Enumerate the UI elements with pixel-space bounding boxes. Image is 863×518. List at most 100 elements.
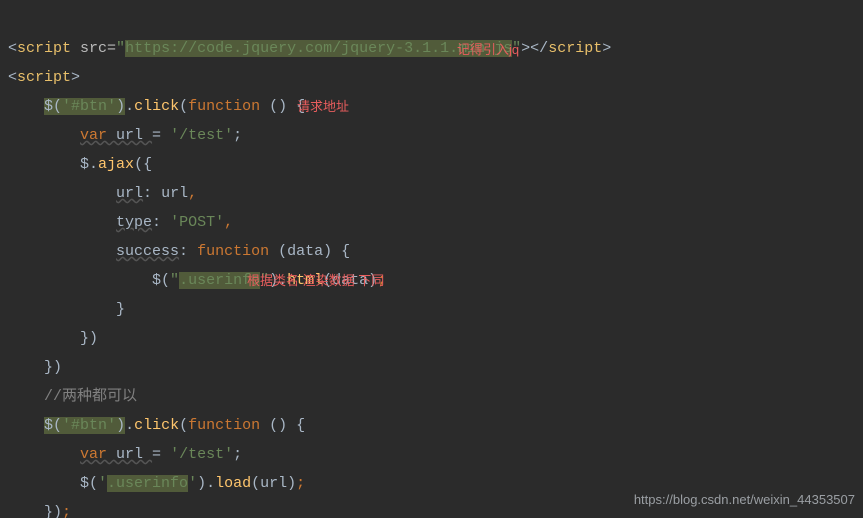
method-ajax: ajax [98, 156, 134, 173]
ident-url: url [107, 446, 152, 463]
brace: { [287, 417, 305, 434]
paren-empty: () [269, 417, 287, 434]
selector-quote: ' [107, 98, 116, 115]
indent [8, 127, 80, 144]
paren: ) [197, 475, 206, 492]
comma: , [224, 214, 233, 231]
keyword-function: function [197, 243, 278, 260]
indent [8, 301, 116, 318]
dot: . [89, 156, 98, 173]
dollar: $ [80, 156, 89, 173]
watermark: https://blog.csdn.net/weixin_44353507 [634, 485, 855, 514]
comma: , [188, 185, 197, 202]
angle-close: > [521, 40, 530, 57]
semi: ; [233, 127, 242, 144]
obj-close: }) [80, 330, 98, 347]
jquery-close: ) [116, 98, 125, 115]
method-click: click [134, 98, 179, 115]
colon: : [143, 185, 161, 202]
equals: = [152, 446, 170, 463]
angle-open: < [8, 40, 17, 57]
indent [8, 272, 152, 289]
close: }) [44, 359, 62, 376]
jquery-call: $( [80, 475, 98, 492]
url-value: /test [179, 127, 224, 144]
src-url: https://code.jquery.com/jquery-3.1.1.min… [125, 40, 512, 57]
selector-quote: ' [62, 98, 71, 115]
semi: ; [233, 446, 242, 463]
indent [8, 359, 44, 376]
angle-open: </ [530, 40, 548, 57]
tag-name: script [17, 69, 71, 86]
indent [8, 214, 116, 231]
jquery-close: ) [116, 417, 125, 434]
annotation-render-by-class: 根据类名 渲染数据 下同 [247, 273, 384, 288]
obj-open: ({ [134, 156, 152, 173]
jquery-call: $( [152, 272, 170, 289]
annotation-import-jq: 记得引入jq [457, 42, 519, 57]
dot: . [125, 417, 134, 434]
selector: #btn [71, 98, 107, 115]
attr-name: src= [80, 40, 116, 57]
brace: { [332, 243, 350, 260]
keyword-function: function [188, 98, 269, 115]
key-type: type [116, 214, 152, 231]
angle-close: > [602, 40, 611, 57]
quote: ' [224, 127, 233, 144]
indent [8, 98, 44, 115]
indent [8, 156, 80, 173]
paren: ) [287, 475, 296, 492]
annotation-request-url: 请求地址 [297, 99, 349, 114]
jquery-call: $( [44, 98, 62, 115]
selector: #btn [71, 417, 107, 434]
brace: } [116, 301, 125, 318]
tag-name: script [17, 40, 80, 57]
ident-url: url [107, 127, 152, 144]
angle-close: > [71, 69, 80, 86]
tag-name: script [548, 40, 602, 57]
indent [8, 446, 80, 463]
quote: ' [224, 446, 233, 463]
url-value: /test [179, 446, 224, 463]
key-url: url [116, 185, 143, 202]
code-block: <script src="https://code.jquery.com/jqu… [0, 0, 863, 518]
paren: ) [323, 243, 332, 260]
equals: = [152, 127, 170, 144]
keyword-function: function [188, 417, 269, 434]
quote: ' [215, 214, 224, 231]
jquery-call: $( [44, 417, 62, 434]
keyword-var: var [80, 127, 107, 144]
selector-quote: ' [107, 417, 116, 434]
semi: ; [62, 504, 71, 518]
indent [8, 243, 116, 260]
indent [8, 504, 44, 518]
semi: ; [296, 475, 305, 492]
dot: . [206, 475, 215, 492]
paren: ( [278, 243, 287, 260]
quote: ' [170, 127, 179, 144]
colon: : [152, 214, 170, 231]
dot: . [125, 98, 134, 115]
key-success: success [116, 243, 179, 260]
indent [8, 417, 44, 434]
comment-both-ways: //两种都可以 [44, 388, 137, 405]
param-data: data [287, 243, 323, 260]
paren: ( [179, 417, 188, 434]
type-value: POST [179, 214, 215, 231]
indent [8, 475, 80, 492]
paren: ( [251, 475, 260, 492]
quote: " [170, 272, 179, 289]
paren: ( [179, 98, 188, 115]
angle-open: < [8, 69, 17, 86]
keyword-var: var [80, 446, 107, 463]
indent [8, 388, 44, 405]
indent [8, 330, 80, 347]
method-click: click [134, 417, 179, 434]
close: }) [44, 504, 62, 518]
arg-url: url [260, 475, 287, 492]
colon: : [179, 243, 197, 260]
quote: ' [98, 475, 107, 492]
indent [8, 185, 116, 202]
ref-url: url [161, 185, 188, 202]
quote: " [116, 40, 125, 57]
